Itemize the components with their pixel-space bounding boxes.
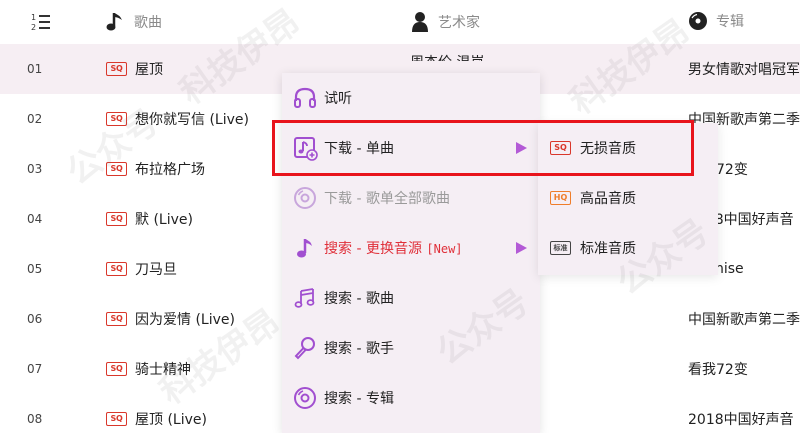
song-title: 默 (Live) <box>135 212 193 228</box>
download-music-icon <box>294 137 318 161</box>
menu-item-label: 搜索 - 专辑 <box>324 391 394 407</box>
menu-item-search-artist[interactable]: 搜索 - 歌手 <box>282 323 540 373</box>
menu-item-label: 搜索 - 歌曲 <box>324 291 394 307</box>
music-note-icon <box>106 13 122 31</box>
sq-badge: SQ <box>106 162 127 176</box>
menu-item-search-album[interactable]: 搜索 - 专辑 <box>282 373 540 423</box>
headphones-icon <box>294 87 316 108</box>
disc-icon <box>294 187 316 209</box>
standard-badge: 标准 <box>550 241 571 255</box>
menu-item-download-playlist: 下载 - 歌单全部歌曲 <box>282 173 540 223</box>
album-disc-icon <box>689 12 707 30</box>
menu-item-label: 搜索 - 歌手 <box>324 341 394 357</box>
menu-item-label: 下载 - 单曲 <box>324 141 394 157</box>
submenu-item-high[interactable]: HQ 高品音质 <box>538 173 718 223</box>
col-header-album-label: 专辑 <box>716 14 744 30</box>
col-header-album[interactable]: 专辑 <box>688 11 744 31</box>
row-number: 08 <box>27 412 43 426</box>
submenu-arrow-icon <box>516 142 527 154</box>
submenu-item-label: 标准音质 <box>580 241 636 257</box>
menu-item-label: 试听 <box>324 91 352 107</box>
row-number: 06 <box>27 312 43 326</box>
song-album[interactable]: 看我72变 <box>688 359 800 379</box>
col-header-song[interactable]: 歌曲 <box>106 11 162 33</box>
music-note-icon <box>297 239 312 258</box>
sq-badge: SQ <box>106 112 127 126</box>
menu-item-preview[interactable]: 试听 <box>282 73 540 123</box>
row-number: 05 <box>27 262 43 276</box>
sq-badge: SQ <box>106 312 127 326</box>
song-title: 刀马旦 <box>135 262 177 278</box>
menu-item-change-source[interactable]: 搜索 - 更换音源 [New] <box>282 223 540 273</box>
artist-icon <box>412 12 428 32</box>
submenu-item-label: 无损音质 <box>580 141 636 157</box>
sq-badge: SQ <box>106 212 127 226</box>
song-title: 骑士精神 <box>135 362 191 378</box>
menu-item-search-song[interactable]: 搜索 - 歌曲 <box>282 273 540 323</box>
quality-submenu: SQ 无损音质 HQ 高品音质 标准 标准音质 <box>538 123 718 275</box>
context-menu: 试听 下载 - 单曲 下载 - 歌单全部歌曲 搜索 - 更换音源 [New] 搜… <box>282 73 540 433</box>
sq-badge: SQ <box>106 62 127 76</box>
song-album[interactable]: 2018中国好声音 <box>688 409 800 429</box>
sq-badge: SQ <box>106 362 127 376</box>
song-artist[interactable]: 周杰伦 温岚 <box>410 52 484 61</box>
sort-icon[interactable]: 1 2 <box>30 12 52 32</box>
music-notes-icon <box>294 288 315 308</box>
submenu-item-standard[interactable]: 标准 标准音质 <box>538 223 718 273</box>
new-tag: [New] <box>426 242 463 256</box>
list-header: 1 2 歌曲 艺术家 专辑 <box>0 0 800 44</box>
song-album[interactable]: 中国新歌声第二季 <box>688 309 800 329</box>
sq-badge: SQ <box>106 262 127 276</box>
submenu-arrow-icon <box>516 242 527 254</box>
row-number: 03 <box>27 162 43 176</box>
menu-item-label: 搜索 - 更换音源 [New] <box>324 238 463 258</box>
sq-badge: SQ <box>550 141 571 155</box>
song-title: 因为爱情 (Live) <box>135 312 235 328</box>
disc-icon <box>294 387 316 409</box>
song-title: 屋顶 (Live) <box>135 412 207 428</box>
row-number: 07 <box>27 362 43 376</box>
col-header-song-label: 歌曲 <box>134 15 162 31</box>
col-header-artist[interactable]: 艺术家 <box>410 11 480 33</box>
svg-text:2: 2 <box>31 23 36 32</box>
sq-badge: SQ <box>106 412 127 426</box>
submenu-item-lossless[interactable]: SQ 无损音质 <box>538 123 718 173</box>
menu-item-label-text: 搜索 - 更换音源 <box>324 241 422 257</box>
svg-text:1: 1 <box>31 13 36 22</box>
song-title: 屋顶 <box>135 62 163 78</box>
song-title: 布拉格广场 <box>135 162 205 178</box>
row-number: 01 <box>27 62 43 76</box>
menu-item-download-single[interactable]: 下载 - 单曲 <box>282 123 540 173</box>
row-number: 02 <box>27 112 43 126</box>
menu-item-label: 下载 - 歌单全部歌曲 <box>324 191 450 207</box>
hq-badge: HQ <box>550 191 571 205</box>
song-album[interactable]: 男女情歌对唱冠军 <box>688 59 800 79</box>
microphone-icon <box>294 337 315 360</box>
col-header-artist-label: 艺术家 <box>438 15 480 31</box>
song-title: 想你就写信 (Live) <box>135 112 249 128</box>
row-number: 04 <box>27 212 43 226</box>
submenu-item-label: 高品音质 <box>580 191 636 207</box>
